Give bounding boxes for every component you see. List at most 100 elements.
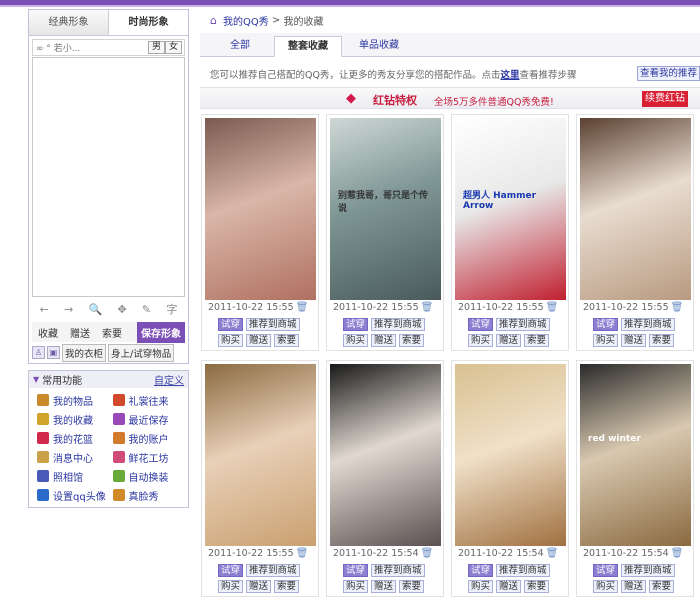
delete-icon[interactable]: 🗑 bbox=[296, 548, 309, 559]
tab-item-collection[interactable]: 单品收藏 bbox=[350, 36, 408, 57]
recommend-to-mall-button[interactable]: 推荐到商城 bbox=[496, 318, 550, 331]
outfit-photo[interactable]: red winter bbox=[580, 364, 691, 546]
recommend-to-mall-button[interactable]: 推荐到商城 bbox=[621, 318, 675, 331]
ask-button[interactable]: 索要 bbox=[649, 580, 675, 593]
tab-classic-avatar[interactable]: 经典形象 bbox=[29, 10, 109, 35]
customize-link[interactable]: 自定义 bbox=[154, 372, 184, 387]
ask-button[interactable]: 索要 bbox=[274, 334, 300, 347]
gift-button[interactable]: 赠送 bbox=[246, 334, 272, 347]
ask-button[interactable]: 索要 bbox=[524, 334, 550, 347]
breadcrumb-home-link[interactable]: 我的QQ秀 bbox=[223, 13, 269, 28]
gift-button[interactable]: 赠送 bbox=[371, 334, 397, 347]
ask-button[interactable]: 索要 bbox=[399, 334, 425, 347]
outfit-photo[interactable] bbox=[205, 118, 316, 300]
gift-button[interactable]: 赠送 bbox=[64, 325, 96, 340]
delete-icon[interactable]: 🗑 bbox=[421, 302, 434, 313]
outfit-photo[interactable] bbox=[205, 364, 316, 546]
gift-button[interactable]: 赠送 bbox=[496, 334, 522, 347]
delete-icon[interactable]: 🗑 bbox=[546, 302, 559, 313]
outfit-photo[interactable]: 别惹我哥，哥只是个传说 bbox=[330, 118, 441, 300]
try-on-button[interactable]: 试穿 bbox=[593, 564, 619, 577]
recommend-to-mall-button[interactable]: 推荐到商城 bbox=[246, 318, 300, 331]
ask-button[interactable]: 索要 bbox=[96, 325, 128, 340]
person-icon[interactable]: ♙ bbox=[32, 346, 45, 359]
buy-button[interactable]: 购买 bbox=[218, 580, 244, 593]
ask-button[interactable]: 索要 bbox=[399, 580, 425, 593]
delete-icon[interactable]: 🗑 bbox=[421, 548, 434, 559]
undo-icon[interactable]: ← bbox=[40, 303, 49, 316]
common-item[interactable]: 最近保存 bbox=[112, 411, 189, 427]
common-item[interactable]: 设置qq头像 bbox=[37, 487, 113, 503]
common-item[interactable]: 自动换装 bbox=[112, 468, 189, 484]
common-item[interactable]: 鲜花工坊 bbox=[112, 449, 189, 465]
buy-button[interactable]: 购买 bbox=[468, 334, 494, 347]
magic-wand-icon[interactable]: ✎ bbox=[142, 303, 151, 316]
collect-button[interactable]: 收藏 bbox=[32, 325, 64, 340]
buy-button[interactable]: 购买 bbox=[593, 580, 619, 593]
function-icon bbox=[37, 432, 49, 444]
outfit-photo[interactable] bbox=[580, 118, 691, 300]
tab-all[interactable]: 全部 bbox=[215, 36, 265, 57]
try-on-button[interactable]: 试穿 bbox=[343, 564, 369, 577]
note-link[interactable]: 这里 bbox=[500, 70, 519, 81]
common-item[interactable]: 礼裳往来 bbox=[112, 392, 189, 408]
save-avatar-button[interactable]: 保存形象 bbox=[137, 321, 185, 343]
recommend-to-mall-button[interactable]: 推荐到商城 bbox=[621, 564, 675, 577]
outfit-photo[interactable] bbox=[455, 364, 566, 546]
move-icon[interactable]: ✥ bbox=[117, 303, 126, 316]
try-on-button[interactable]: 试穿 bbox=[343, 318, 369, 331]
common-item[interactable]: 消息中心 bbox=[37, 449, 113, 465]
delete-icon[interactable]: 🗑 bbox=[671, 548, 684, 559]
delete-icon[interactable]: 🗑 bbox=[546, 548, 559, 559]
buy-button[interactable]: 购买 bbox=[218, 334, 244, 347]
tab-fashion-avatar[interactable]: 时尚形象 bbox=[109, 10, 188, 35]
renew-red-diamond-button[interactable]: 续费红钻 bbox=[642, 91, 688, 107]
try-on-button[interactable]: 试穿 bbox=[218, 564, 244, 577]
gender-female-button[interactable]: 女 bbox=[165, 41, 182, 54]
common-item[interactable]: 真脸秀 bbox=[112, 487, 189, 503]
tryon-items-button[interactable]: 身上/试穿物品 bbox=[108, 343, 175, 362]
recommend-to-mall-button[interactable]: 推荐到商城 bbox=[371, 564, 425, 577]
delete-icon[interactable]: 🗑 bbox=[296, 302, 309, 313]
avatar-tabs: 经典形象 时尚形象 bbox=[29, 10, 188, 36]
try-on-button[interactable]: 试穿 bbox=[593, 318, 619, 331]
text-icon[interactable]: 字 bbox=[166, 301, 177, 317]
recommend-to-mall-button[interactable]: 推荐到商城 bbox=[371, 318, 425, 331]
buy-button[interactable]: 购买 bbox=[343, 334, 369, 347]
redo-icon[interactable]: → bbox=[64, 303, 73, 316]
common-item-label: 礼裳往来 bbox=[128, 396, 169, 408]
common-item[interactable]: 我的收藏 bbox=[37, 411, 113, 427]
try-on-button[interactable]: 试穿 bbox=[468, 564, 494, 577]
common-item[interactable]: 我的账户 bbox=[112, 430, 189, 446]
gift-button[interactable]: 赠送 bbox=[246, 580, 272, 593]
view-my-recommend-button[interactable]: 查看我的推荐 bbox=[637, 66, 700, 81]
wardrobe-icon[interactable]: ▣ bbox=[47, 346, 60, 359]
common-item[interactable]: 照相馆 bbox=[37, 468, 113, 484]
buy-button[interactable]: 购买 bbox=[343, 580, 369, 593]
function-icon bbox=[37, 413, 49, 425]
outfit-photo[interactable]: 超男人 Hammer Arrow bbox=[455, 118, 566, 300]
zoom-icon[interactable]: 🔍 bbox=[89, 303, 103, 316]
gift-button[interactable]: 赠送 bbox=[621, 334, 647, 347]
buy-button[interactable]: 购买 bbox=[593, 334, 619, 347]
home-icon[interactable]: ⌂ bbox=[210, 14, 217, 27]
delete-icon[interactable]: 🗑 bbox=[671, 302, 684, 313]
gift-button[interactable]: 赠送 bbox=[371, 580, 397, 593]
common-item[interactable]: 我的花篮 bbox=[37, 430, 113, 446]
gender-male-button[interactable]: 男 bbox=[148, 41, 165, 54]
buy-button[interactable]: 购买 bbox=[468, 580, 494, 593]
ask-button[interactable]: 索要 bbox=[524, 580, 550, 593]
ask-button[interactable]: 索要 bbox=[274, 580, 300, 593]
my-wardrobe-button[interactable]: 我的衣柜 bbox=[62, 343, 107, 362]
tab-outfit-collection[interactable]: 整套收藏 bbox=[274, 36, 342, 57]
collapse-triangle-icon[interactable]: ▼ bbox=[33, 375, 39, 384]
try-on-button[interactable]: 试穿 bbox=[468, 318, 494, 331]
ask-button[interactable]: 索要 bbox=[649, 334, 675, 347]
gift-button[interactable]: 赠送 bbox=[496, 580, 522, 593]
recommend-to-mall-button[interactable]: 推荐到商城 bbox=[246, 564, 300, 577]
common-item[interactable]: 我的物品 bbox=[37, 392, 113, 408]
recommend-to-mall-button[interactable]: 推荐到商城 bbox=[496, 564, 550, 577]
try-on-button[interactable]: 试穿 bbox=[218, 318, 244, 331]
gift-button[interactable]: 赠送 bbox=[621, 580, 647, 593]
outfit-photo[interactable] bbox=[330, 364, 441, 546]
